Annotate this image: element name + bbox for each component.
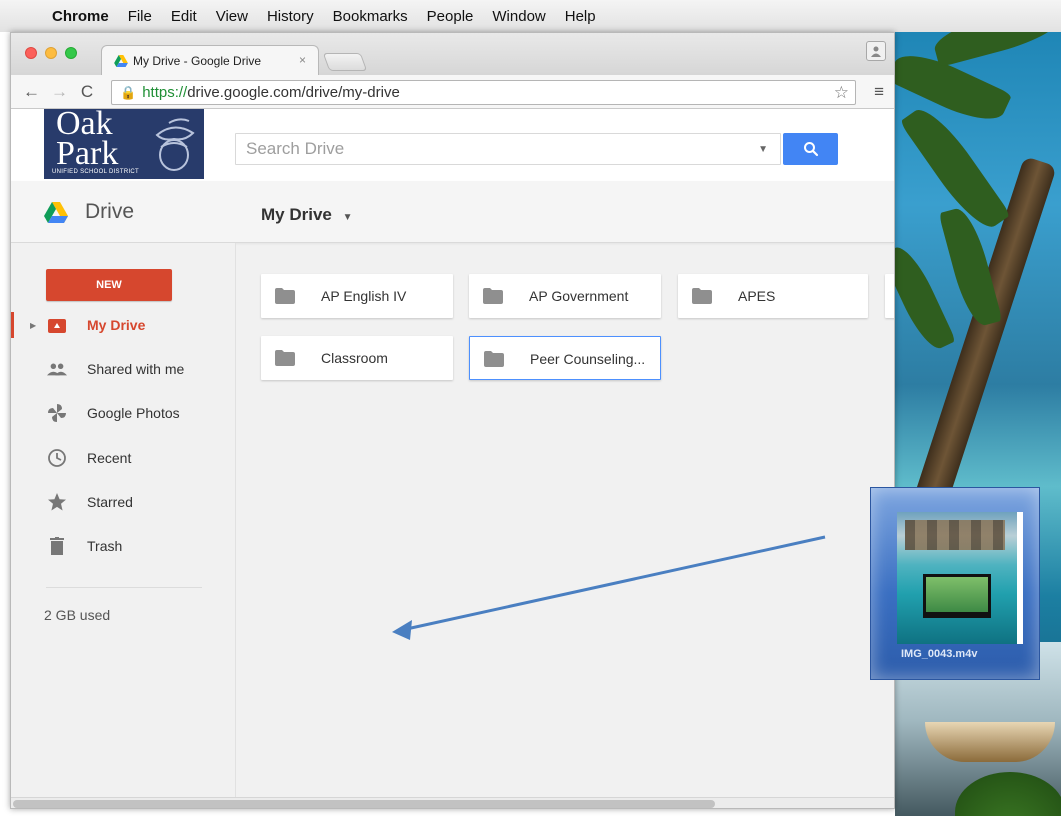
drag-arrow-line bbox=[401, 535, 826, 632]
drag-arrow-head-icon bbox=[392, 620, 412, 640]
drag-arrow-overlay bbox=[392, 535, 826, 640]
